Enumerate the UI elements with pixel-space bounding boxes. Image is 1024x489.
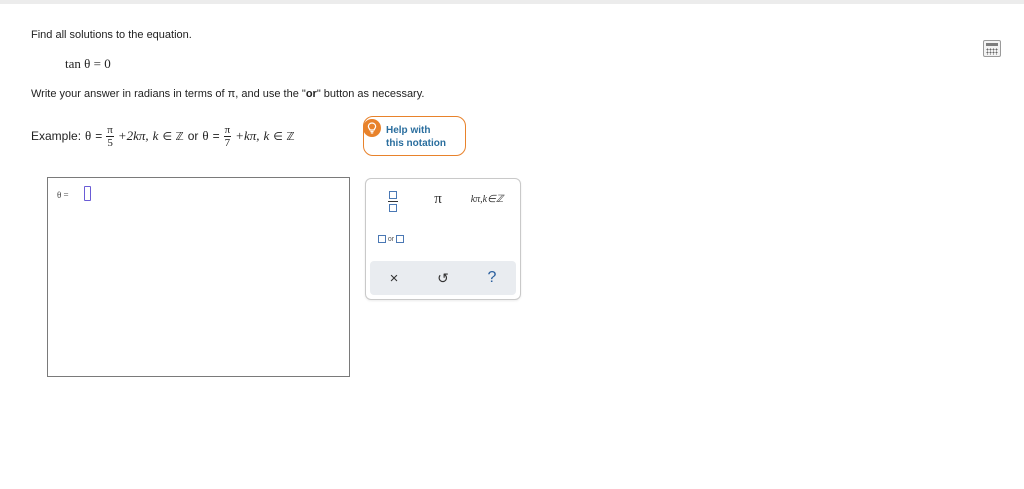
or-key[interactable]: or — [374, 231, 408, 247]
example-k-2: k — [263, 128, 270, 143]
answer-label: θ = — [57, 190, 69, 200]
instructions-text-after: " button as necessary. — [316, 88, 425, 100]
answer-input-area[interactable]: θ = — [47, 177, 350, 377]
fraction-denominator: 7 — [224, 136, 231, 149]
help-button-text: Help with this notation — [386, 124, 446, 150]
fraction-bar — [388, 200, 398, 202]
example-fraction-1: π 5 — [106, 124, 114, 149]
or-key-label: or — [387, 235, 395, 243]
keypad-action-bar: × ↺ ? — [370, 261, 516, 295]
clear-button[interactable]: × — [379, 265, 409, 291]
calculator-screen — [986, 43, 998, 46]
equation: tan θ = 0 — [65, 56, 111, 71]
denominator-placeholder — [389, 203, 397, 212]
instructions-text-before: Write your answer in radians in terms of… — [31, 88, 306, 100]
math-keypad: π kπ,k∈ℤ or × ↺ ? — [365, 178, 521, 300]
top-border — [0, 0, 1024, 4]
example-equals: = — [95, 129, 103, 143]
instructions: Write your answer in radians in terms of… — [31, 88, 424, 100]
instructions-bold: or — [305, 88, 317, 100]
k-pi-integer-key[interactable]: kπ,k∈ℤ — [464, 189, 510, 209]
fraction-numerator: π — [223, 123, 232, 137]
undo-icon: ↺ — [437, 269, 449, 286]
example-equals-2: = — [212, 129, 220, 143]
help-with-notation-button[interactable]: Help with this notation — [363, 116, 466, 156]
example-in-integers: ∈ ℤ — [162, 129, 184, 143]
example-in-integers-2: ∈ ℤ — [273, 129, 295, 143]
lightbulb-icon — [363, 119, 381, 137]
example-or: or — [187, 129, 199, 143]
example-term-2: +kπ, — [235, 128, 260, 143]
pi-key[interactable]: π — [425, 187, 451, 211]
calculator-icon[interactable] — [983, 40, 1001, 57]
clear-icon: × — [389, 269, 399, 287]
example-term-1: +2kπ, — [117, 128, 149, 143]
fraction-numerator: π — [106, 123, 114, 137]
fraction-denominator: 5 — [107, 136, 113, 149]
or-left-placeholder — [377, 235, 386, 243]
fraction-key[interactable] — [381, 187, 405, 215]
numerator-placeholder — [389, 190, 397, 199]
or-right-placeholder — [396, 235, 405, 243]
question-prompt: Find all solutions to the equation. — [31, 29, 192, 41]
example-k: k — [152, 128, 159, 143]
example-label: Example: — [31, 129, 82, 143]
help-button-line-2: this notation — [386, 138, 446, 149]
example-fraction-2: π 7 — [223, 123, 232, 149]
calculator-keys — [986, 48, 998, 55]
example-line: Example: θ = π 5 +2kπ, k ∈ ℤ or θ = π 7 … — [31, 118, 295, 154]
help-button-line-1: Help with — [386, 125, 431, 136]
answer-input-cursor[interactable] — [84, 186, 91, 201]
keypad-help-button[interactable]: ? — [477, 265, 507, 291]
example-theta: θ — [85, 128, 92, 143]
example-theta-2: θ — [202, 128, 209, 143]
question-mark-icon: ? — [487, 269, 497, 286]
undo-button[interactable]: ↺ — [428, 265, 458, 291]
